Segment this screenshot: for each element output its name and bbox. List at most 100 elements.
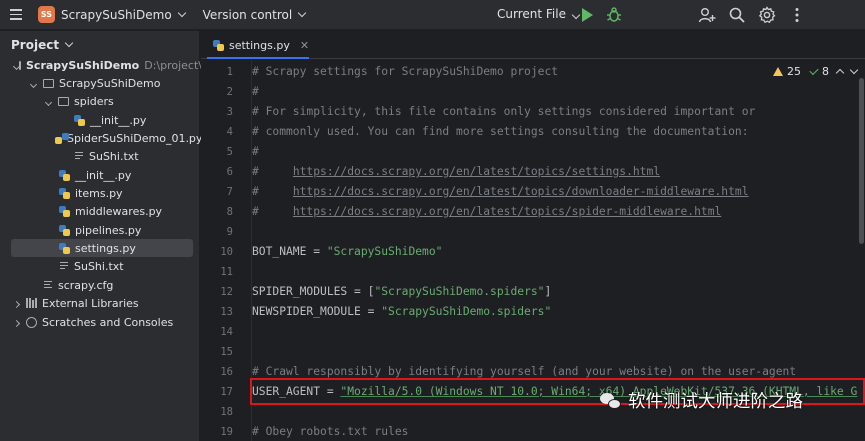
chevron-down-icon xyxy=(571,10,581,20)
tree-item[interactable]: ScrapySuShiDemo D:\project\Pyth xyxy=(0,56,226,74)
run-configuration-label: Current File xyxy=(497,7,566,21)
vertical-scrollbar[interactable] xyxy=(859,78,864,244)
run-icon[interactable] xyxy=(582,8,593,22)
code-line-7: # https://docs.scrapy.org/en/latest/topi… xyxy=(252,184,749,200)
text-file-icon xyxy=(59,261,69,271)
tree-item[interactable]: __init__.py xyxy=(0,111,200,129)
ok-count: 8 xyxy=(822,65,829,78)
project-badge[interactable]: SS xyxy=(38,6,55,23)
watermark-text: 软件测试大师进阶之路 xyxy=(628,392,803,412)
tree-item-label: SuShi.txt xyxy=(89,149,139,163)
tree-item[interactable]: __init__.py xyxy=(0,166,200,184)
warning-icon xyxy=(773,67,783,76)
inspection-widget[interactable]: 25 8 xyxy=(773,65,859,78)
tree-item-label: items.py xyxy=(75,186,123,200)
code-identifier: BOT_NAME = xyxy=(252,245,327,258)
code-line-5: # xyxy=(252,145,259,158)
chevron-up-icon[interactable] xyxy=(835,68,845,78)
chevron-down-icon[interactable] xyxy=(177,8,186,17)
code-string: "ScrapySuShiDemo.spiders" xyxy=(374,285,545,298)
tree-item[interactable]: ScrapySuShiDemo xyxy=(0,74,200,92)
code-line-8: # https://docs.scrapy.org/en/latest/topi… xyxy=(252,204,721,220)
tree-item-label: spiders xyxy=(74,94,114,108)
code-line-4: # commonly used. You can find more setti… xyxy=(252,125,749,138)
docs-link-settings[interactable]: https://docs.scrapy.org/en/latest/topics… xyxy=(293,165,660,178)
tree-item-label: __init__.py xyxy=(75,168,132,182)
python-file-icon xyxy=(74,114,85,126)
tree-item[interactable]: middlewares.py xyxy=(0,202,200,220)
line-number: 19 xyxy=(220,426,233,438)
docs-link-downloader-middleware[interactable]: https://docs.scrapy.org/en/latest/topics… xyxy=(293,185,749,198)
line-number-gutter: 1 2 3 4 5 6 7 8 9 10 11 12 13 14 15 16 17 18 19 xyxy=(201,60,237,441)
tree-item[interactable]: items.py xyxy=(0,184,200,202)
tree-item[interactable]: scrapy.cfg xyxy=(0,276,200,294)
code-line-10: BOT_NAME = "ScrapySuShiDemo" xyxy=(252,244,442,260)
tree-item-label: scrapy.cfg xyxy=(58,278,114,292)
tree-item[interactable]: External Libraries xyxy=(0,294,200,312)
tree-item-label: middlewares.py xyxy=(75,204,163,218)
watermark: 软件测试大师进阶之路 xyxy=(600,388,803,413)
settings-gear-icon[interactable] xyxy=(758,6,776,24)
line-number: 15 xyxy=(220,346,233,358)
line-number: 10 xyxy=(220,246,233,258)
tree-item[interactable]: settings.py xyxy=(11,239,193,257)
comment-prefix: # xyxy=(252,205,293,218)
check-icon xyxy=(809,65,819,75)
collapse-arrow-icon[interactable] xyxy=(12,319,21,327)
more-options-icon[interactable] xyxy=(788,6,806,24)
python-file-icon xyxy=(59,224,70,236)
folder-icon xyxy=(19,60,21,70)
main-menu-icon[interactable] xyxy=(0,0,32,30)
project-panel-header[interactable]: Project xyxy=(0,31,199,59)
wechat-logo-icon xyxy=(600,391,622,411)
tab-settings-py[interactable]: settings.py ✕ xyxy=(207,31,315,59)
code-line-1: # Scrapy settings for ScrapySuShiDemo pr… xyxy=(252,65,559,78)
line-number: 3 xyxy=(226,106,233,118)
line-number: 12 xyxy=(220,286,233,298)
chevron-down-icon[interactable] xyxy=(297,8,307,17)
line-number: 7 xyxy=(226,186,233,198)
code-identifier: SPIDER_MODULES = [ xyxy=(252,285,375,298)
close-tab-icon[interactable]: ✕ xyxy=(300,39,309,52)
python-file-icon xyxy=(59,187,70,199)
code-bracket: ] xyxy=(544,285,552,298)
code-string: "ScrapySuShiDemo" xyxy=(326,245,443,258)
tree-item-label: SpiderSuShiDemo_01.py xyxy=(67,131,203,145)
library-icon xyxy=(26,298,37,308)
code-line-2: # xyxy=(252,85,259,98)
project-panel-title: Project xyxy=(11,38,60,52)
expand-arrow-icon[interactable] xyxy=(29,80,38,88)
project-name-dropdown[interactable]: ScrapySuShiDemo xyxy=(61,8,172,22)
tree-item[interactable]: SpiderSuShiDemo_01.py xyxy=(0,129,203,147)
version-control-dropdown[interactable]: Version control xyxy=(203,8,293,22)
add-user-icon[interactable] xyxy=(698,6,716,24)
python-file-icon xyxy=(59,205,70,217)
chevron-down-icon[interactable] xyxy=(64,38,74,48)
tree-item[interactable]: spiders xyxy=(0,92,200,110)
tree-item[interactable]: SuShi.txt xyxy=(0,147,200,165)
tree-item[interactable]: SuShi.txt xyxy=(0,257,200,275)
python-file-icon xyxy=(59,169,70,181)
tree-item[interactable]: pipelines.py xyxy=(0,221,200,239)
line-number: 18 xyxy=(220,406,233,418)
expand-arrow-icon[interactable] xyxy=(44,98,53,106)
comment-prefix: # xyxy=(252,185,293,198)
python-file-icon xyxy=(59,242,70,254)
code-identifier: NEWSPIDER_MODULE = xyxy=(252,305,382,318)
collapse-arrow-icon[interactable] xyxy=(12,300,21,308)
line-number: 13 xyxy=(220,306,233,318)
tree-item-label: SuShi.txt xyxy=(74,259,124,273)
debug-icon[interactable] xyxy=(607,7,621,22)
chevron-down-icon[interactable] xyxy=(849,65,859,74)
search-icon[interactable] xyxy=(728,6,746,24)
line-number: 11 xyxy=(220,266,233,278)
text-file-icon xyxy=(74,151,84,161)
run-configuration-dropdown[interactable]: Current File xyxy=(497,7,581,21)
docs-link-spider-middleware[interactable]: https://docs.scrapy.org/en/latest/topics… xyxy=(293,205,721,218)
tree-item-label: Scratches and Consoles xyxy=(42,315,174,329)
line-number: 14 xyxy=(220,326,233,338)
tree-item-label: settings.py xyxy=(75,241,136,255)
tree-item[interactable]: Scratches and Consoles xyxy=(0,313,200,331)
active-tab-indicator xyxy=(207,57,309,59)
warning-count: 25 xyxy=(787,65,801,78)
